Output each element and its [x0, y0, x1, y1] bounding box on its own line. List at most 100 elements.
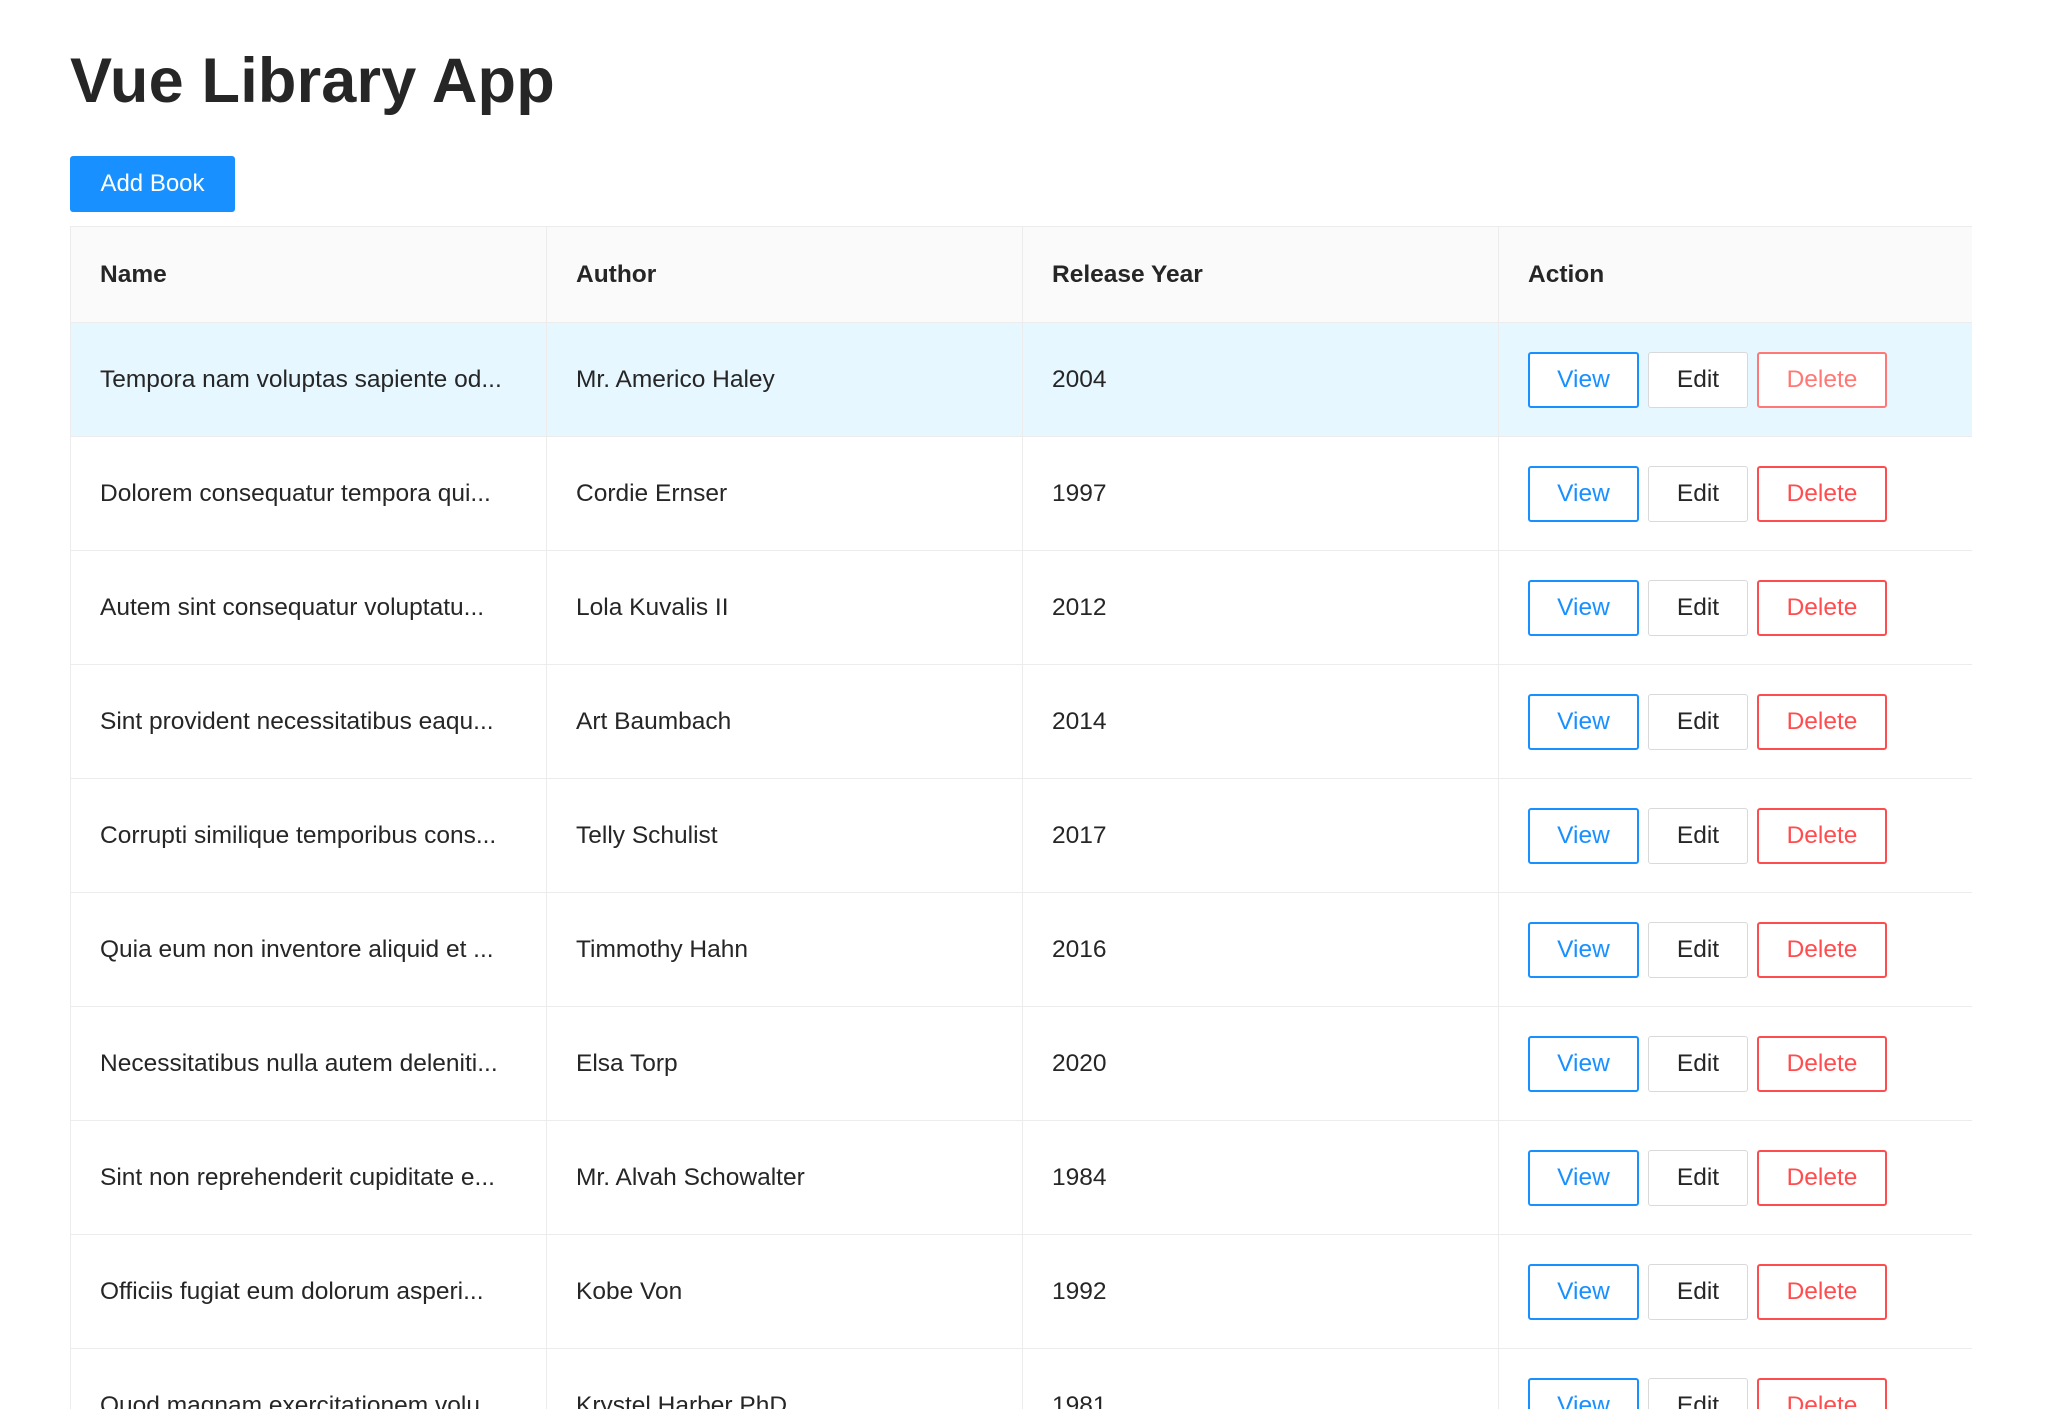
delete-button[interactable]: Delete: [1757, 1035, 1887, 1092]
book-author-cell: Telly Schulist: [546, 778, 1023, 893]
book-name-cell: Sint provident necessitatibus eaqu...: [70, 664, 547, 779]
book-name-cell: Dolorem consequatur tempora qui...: [70, 436, 547, 551]
books-table: Name Author Release Year Action Tempora …: [70, 226, 1972, 1409]
delete-button[interactable]: Delete: [1757, 465, 1887, 522]
view-button[interactable]: View: [1528, 351, 1639, 408]
book-name-cell: Sint non reprehenderit cupiditate e...: [70, 1120, 547, 1235]
view-button[interactable]: View: [1528, 693, 1639, 750]
delete-button[interactable]: Delete: [1757, 1377, 1887, 1409]
book-year-cell: 2004: [1022, 322, 1499, 437]
view-button[interactable]: View: [1528, 579, 1639, 636]
action-cell: View Edit Delete: [1498, 436, 1972, 551]
book-year-cell: 2012: [1022, 550, 1499, 665]
action-cell: View Edit Delete: [1498, 778, 1972, 893]
table-row[interactable]: Necessitatibus nulla autem deleniti... El…: [70, 1006, 1972, 1121]
action-cell: View Edit Delete: [1498, 1006, 1972, 1121]
action-cell: View Edit Delete: [1498, 550, 1972, 665]
book-author-cell: Elsa Torp: [546, 1006, 1023, 1121]
table-row[interactable]: Quia eum non inventore aliquid et ... Tim…: [70, 892, 1972, 1007]
view-button[interactable]: View: [1528, 465, 1639, 522]
book-name-cell: Quod magnam exercitationem volu...: [70, 1348, 547, 1409]
book-author-cell: Lola Kuvalis II: [546, 550, 1023, 665]
table-row[interactable]: Quod magnam exercitationem volu... Kryste…: [70, 1348, 1972, 1409]
delete-button[interactable]: Delete: [1757, 921, 1887, 978]
delete-button[interactable]: Delete: [1757, 351, 1887, 408]
edit-button[interactable]: Edit: [1648, 1149, 1748, 1206]
view-button[interactable]: View: [1528, 921, 1639, 978]
book-name-cell: Tempora nam voluptas sapiente od...: [70, 322, 547, 437]
column-header-release-year: Release Year: [1022, 226, 1499, 323]
row-actions: View Edit Delete: [1528, 579, 1952, 636]
books-table-container: Name Author Release Year Action Tempora …: [70, 226, 1972, 1409]
delete-button[interactable]: Delete: [1757, 579, 1887, 636]
row-actions: View Edit Delete: [1528, 1263, 1952, 1320]
book-author-cell: Timmothy Hahn: [546, 892, 1023, 1007]
view-button[interactable]: View: [1528, 807, 1639, 864]
delete-button[interactable]: Delete: [1757, 1149, 1887, 1206]
edit-button[interactable]: Edit: [1648, 351, 1748, 408]
book-year-cell: 1997: [1022, 436, 1499, 551]
book-name-cell: Autem sint consequatur voluptatu...: [70, 550, 547, 665]
table-row[interactable]: Dolorem consequatur tempora qui... Cordie…: [70, 436, 1972, 551]
edit-button[interactable]: Edit: [1648, 693, 1748, 750]
column-header-action: Action: [1498, 226, 1972, 323]
column-header-name: Name: [70, 226, 547, 323]
action-cell: View Edit Delete: [1498, 322, 1972, 437]
book-author-cell: Cordie Ernser: [546, 436, 1023, 551]
edit-button[interactable]: Edit: [1648, 1035, 1748, 1092]
edit-button[interactable]: Edit: [1648, 1263, 1748, 1320]
action-cell: View Edit Delete: [1498, 892, 1972, 1007]
book-name-cell: Corrupti similique temporibus cons...: [70, 778, 547, 893]
view-button[interactable]: View: [1528, 1377, 1639, 1409]
view-button[interactable]: View: [1528, 1149, 1639, 1206]
table-row[interactable]: Autem sint consequatur voluptatu... Lola …: [70, 550, 1972, 665]
book-author-cell: Kobe Von: [546, 1234, 1023, 1349]
action-cell: View Edit Delete: [1498, 1348, 1972, 1409]
row-actions: View Edit Delete: [1528, 693, 1952, 750]
row-actions: View Edit Delete: [1528, 1149, 1952, 1206]
book-author-cell: Mr. Americo Haley: [546, 322, 1023, 437]
table-row[interactable]: Sint non reprehenderit cupiditate e... Mr…: [70, 1120, 1972, 1235]
edit-button[interactable]: Edit: [1648, 921, 1748, 978]
view-button[interactable]: View: [1528, 1263, 1639, 1320]
edit-button[interactable]: Edit: [1648, 465, 1748, 522]
delete-button[interactable]: Delete: [1757, 693, 1887, 750]
view-button[interactable]: View: [1528, 1035, 1639, 1092]
row-actions: View Edit Delete: [1528, 1377, 1952, 1409]
action-cell: View Edit Delete: [1498, 664, 1972, 779]
book-name-cell: Necessitatibus nulla autem deleniti...: [70, 1006, 547, 1121]
book-author-cell: Mr. Alvah Schowalter: [546, 1120, 1023, 1235]
delete-button[interactable]: Delete: [1757, 1263, 1887, 1320]
row-actions: View Edit Delete: [1528, 921, 1952, 978]
table-header: Name Author Release Year Action: [70, 226, 1972, 323]
book-author-cell: Krystel Harber PhD: [546, 1348, 1023, 1409]
book-year-cell: 1984: [1022, 1120, 1499, 1235]
delete-button[interactable]: Delete: [1757, 807, 1887, 864]
page: Vue Library App Add Book Name Author Rel…: [0, 0, 2048, 1409]
add-book-button[interactable]: Add Book: [70, 156, 235, 212]
book-year-cell: 2014: [1022, 664, 1499, 779]
edit-button[interactable]: Edit: [1648, 579, 1748, 636]
table-body: Tempora nam voluptas sapiente od... Mr. A…: [70, 322, 1972, 1409]
table-row[interactable]: Officiis fugiat eum dolorum asperi... Kob…: [70, 1234, 1972, 1349]
table-row[interactable]: Tempora nam voluptas sapiente od... Mr. A…: [70, 322, 1972, 437]
book-year-cell: 2016: [1022, 892, 1499, 1007]
action-cell: View Edit Delete: [1498, 1234, 1972, 1349]
action-cell: View Edit Delete: [1498, 1120, 1972, 1235]
book-year-cell: 1992: [1022, 1234, 1499, 1349]
book-year-cell: 2017: [1022, 778, 1499, 893]
row-actions: View Edit Delete: [1528, 465, 1952, 522]
book-year-cell: 2020: [1022, 1006, 1499, 1121]
table-row[interactable]: Sint provident necessitatibus eaqu... Art…: [70, 664, 1972, 779]
book-name-cell: Officiis fugiat eum dolorum asperi...: [70, 1234, 547, 1349]
table-header-row: Name Author Release Year Action: [70, 226, 1972, 323]
book-name-cell: Quia eum non inventore aliquid et ...: [70, 892, 547, 1007]
table-row[interactable]: Corrupti similique temporibus cons... Tel…: [70, 778, 1972, 893]
book-year-cell: 1981: [1022, 1348, 1499, 1409]
row-actions: View Edit Delete: [1528, 807, 1952, 864]
row-actions: View Edit Delete: [1528, 351, 1952, 408]
page-title: Vue Library App: [70, 46, 555, 116]
edit-button[interactable]: Edit: [1648, 807, 1748, 864]
column-header-author: Author: [546, 226, 1023, 323]
edit-button[interactable]: Edit: [1648, 1377, 1748, 1409]
